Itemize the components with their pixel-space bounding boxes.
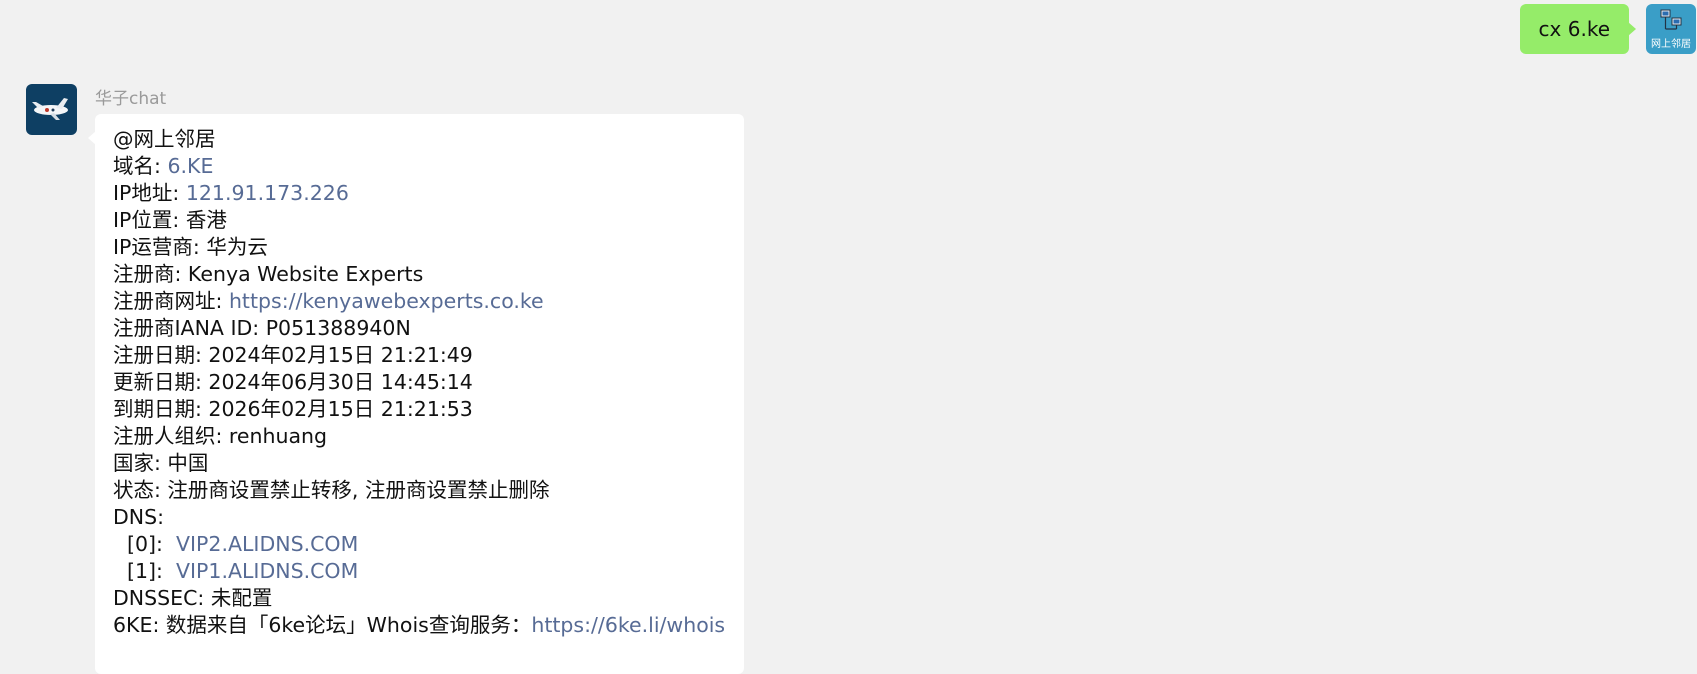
dns-entry-1-label: [1]: [127,559,176,583]
registrar-url-link[interactable]: https://kenyawebexperts.co.ke [229,289,544,313]
outgoing-message-text: cx 6.ke [1538,17,1610,41]
created-date-line: 注册日期: 2024年02月15日 21:21:49 [113,343,473,367]
dns-entry-0-label: [0]: [127,532,176,556]
ip-line: IP地址: 121.91.173.226 [113,180,744,207]
network-neighborhood-icon [1660,9,1682,30]
ip-isp-line: IP运营商: 华为云 [113,235,268,259]
source-label: 6KE: 数据来自「6ke论坛」Whois查询服务： [113,613,532,637]
iana-id-line: 注册商IANA ID: P051388940N [113,316,411,340]
expiry-date-line: 到期日期: 2026年02月15日 21:21:53 [113,397,473,421]
user-avatar[interactable]: 网上邻居 [1646,4,1696,54]
dnssec-line: DNSSEC: 未配置 [113,586,273,610]
source-link[interactable]: https://6ke.li/whois [531,613,725,637]
sender-name: 华子chat [95,89,167,109]
updated-date-line: 更新日期: 2024年06月30日 14:45:14 [113,370,473,394]
ip-link[interactable]: 121.91.173.226 [186,181,349,205]
status-line: 状态: 注册商设置禁止转移, 注册商设置禁止删除 [113,478,550,502]
dns-entry-1: [1]: VIP1.ALIDNS.COM [113,558,744,585]
dns-entry-1-link[interactable]: VIP1.ALIDNS.COM [176,559,358,583]
dns-entry-0: [0]: VIP2.ALIDNS.COM [113,531,744,558]
ip-location-line: IP位置: 香港 [113,208,227,232]
mention-line: @网上邻居 [113,127,216,151]
airplane-logo-icon [32,98,68,120]
country-line: 国家: 中国 [113,451,209,475]
registrant-org-line: 注册人组织: renhuang [113,424,328,448]
domain-link[interactable]: 6.KE [167,154,213,178]
user-avatar-caption: 网上邻居 [1651,39,1691,50]
incoming-message-bubble[interactable]: @网上邻居 域名: 6.KE IP地址: 121.91.173.226 IP位置… [88,114,744,674]
registrar-line: 注册商: Kenya Website Experts [113,262,424,286]
bot-avatar[interactable] [26,84,77,135]
source-line: 6KE: 数据来自「6ke论坛」Whois查询服务：https://6ke.li… [113,612,744,639]
registrar-url-line: 注册商网址: https://kenyawebexperts.co.ke [113,288,744,315]
outgoing-message-bubble[interactable]: cx 6.ke [1519,4,1637,54]
domain-line: 域名: 6.KE [113,153,744,180]
dns-heading: DNS: [113,505,165,529]
registrar-url-label: 注册商网址: [113,289,229,313]
domain-label: 域名: [113,154,168,178]
dns-entry-0-link[interactable]: VIP2.ALIDNS.COM [176,532,358,556]
ip-label: IP地址: [113,181,186,205]
